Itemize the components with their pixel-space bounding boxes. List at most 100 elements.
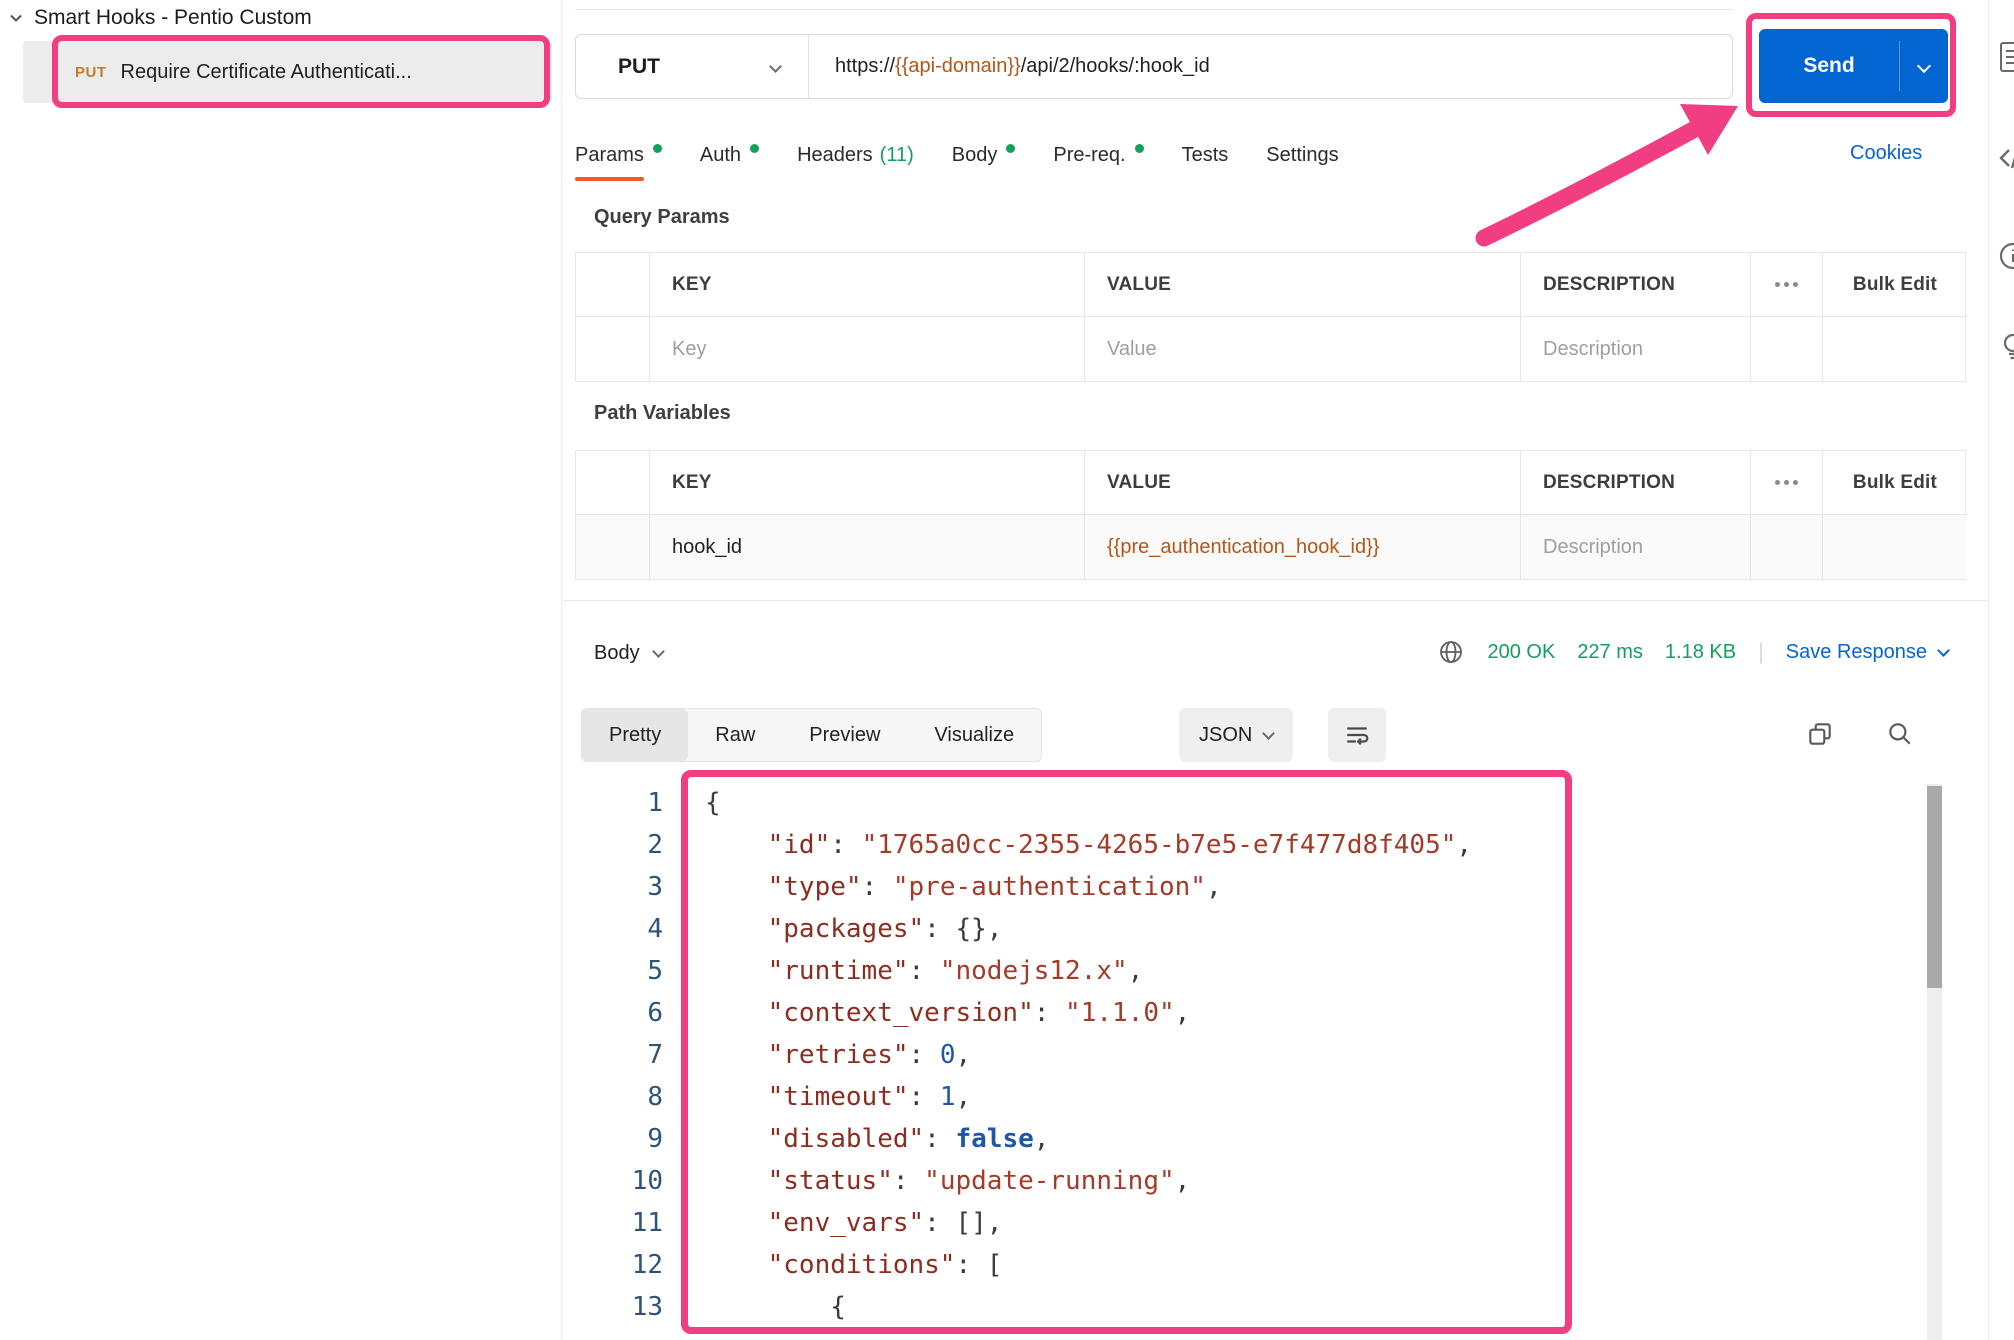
more-options-button[interactable] — [1750, 253, 1822, 317]
response-time: 227 ms — [1577, 641, 1643, 664]
line-number: 6 — [575, 992, 663, 1034]
code-line: 1{ — [575, 782, 1472, 824]
code-lines: 1{2 "id": "1765a0cc-2355-4265-b7e5-e7f47… — [575, 782, 1472, 1328]
sidebar: Smart Hooks - Pentio Custom PUT Require … — [0, 0, 562, 1340]
info-circle-icon[interactable] — [1997, 240, 2014, 277]
search-button[interactable] — [1886, 720, 1914, 753]
column-header-value: VALUE — [1084, 253, 1520, 317]
tab-settings[interactable]: Settings — [1266, 140, 1338, 170]
empty-cell — [1750, 515, 1822, 579]
description-input[interactable] — [1543, 536, 1750, 559]
chevron-down-icon — [8, 10, 24, 26]
column-header-description: DESCRIPTION — [1520, 253, 1750, 317]
send-options-button[interactable] — [1900, 29, 1948, 103]
ellipsis-icon — [1775, 480, 1798, 485]
code-line: 3 "type": "pre-authentication", — [575, 866, 1472, 908]
line-number: 13 — [575, 1286, 663, 1328]
lightbulb-icon[interactable] — [1997, 330, 2014, 367]
request-name: Require Certificate Authenticati... — [121, 61, 412, 84]
key-cell[interactable]: hook_id — [649, 515, 1084, 579]
chevron-down-icon — [1937, 644, 1950, 657]
wrap-text-button[interactable] — [1328, 708, 1386, 762]
green-dot — [750, 144, 759, 153]
chevron-down-icon — [769, 60, 782, 73]
bulk-edit-button[interactable]: Bulk Edit — [1822, 451, 1967, 515]
scrollbar-track[interactable] — [1927, 784, 1942, 1340]
divider: | — [1758, 639, 1764, 665]
description-cell — [1520, 317, 1750, 381]
send-button[interactable]: Send — [1759, 29, 1899, 103]
green-dot — [1135, 144, 1144, 153]
view-tab-pretty[interactable]: Pretty — [582, 709, 688, 761]
code-line: 6 "context_version": "1.1.0", — [575, 992, 1472, 1034]
globe-icon[interactable] — [1437, 638, 1465, 666]
collection-row[interactable]: Smart Hooks - Pentio Custom — [8, 6, 312, 30]
save-response-button[interactable]: Save Response — [1786, 641, 1948, 664]
scrollbar-thumb[interactable] — [1927, 786, 1942, 988]
format-label: JSON — [1199, 724, 1252, 747]
code-line: 10 "status": "update-running", — [575, 1160, 1472, 1202]
table-corner-cell — [576, 451, 649, 515]
row-handle-cell — [576, 317, 649, 381]
code-line: 7 "retries": 0, — [575, 1034, 1472, 1076]
chevron-down-icon — [1262, 727, 1275, 740]
copy-button[interactable] — [1806, 720, 1834, 753]
empty-cell — [1750, 317, 1822, 381]
column-header-description: DESCRIPTION — [1520, 451, 1750, 515]
line-number: 4 — [575, 908, 663, 950]
tab-auth[interactable]: Auth — [700, 140, 759, 170]
query-params-table: KEY VALUE DESCRIPTION Bulk Edit — [575, 252, 1966, 382]
collection-name: Smart Hooks - Pentio Custom — [34, 6, 312, 30]
method-dropdown[interactable]: PUT — [576, 35, 808, 98]
code-line: 9 "disabled": false, — [575, 1118, 1472, 1160]
tab-pre-request[interactable]: Pre-req. — [1053, 140, 1143, 170]
headers-count: (11) — [880, 140, 914, 170]
tab-label: Settings — [1266, 140, 1338, 170]
tab-params[interactable]: Params — [575, 140, 662, 170]
path-variable-key: hook_id — [672, 536, 742, 559]
tab-label: Pre-req. — [1053, 140, 1125, 170]
tab-label: Tests — [1182, 140, 1229, 170]
documentation-icon[interactable] — [1997, 40, 2014, 79]
key-input[interactable] — [672, 338, 1084, 361]
value-input[interactable] — [1107, 338, 1520, 361]
response-body-dropdown[interactable]: Body — [594, 642, 663, 665]
code-line: 2 "id": "1765a0cc-2355-4265-b7e5-e7f477d… — [575, 824, 1472, 866]
green-dot — [653, 144, 662, 153]
ellipsis-icon — [1775, 282, 1798, 287]
url-suffix: /api/2/hooks/:hook_id — [1021, 55, 1210, 78]
tab-label: Body — [952, 140, 998, 170]
url-input[interactable]: https://{{api-domain}}/api/2/hooks/:hook… — [809, 35, 1732, 98]
tab-label: Auth — [700, 140, 741, 170]
bulk-edit-button[interactable]: Bulk Edit — [1822, 253, 1967, 317]
description-input[interactable] — [1543, 338, 1750, 361]
value-cell[interactable]: {{pre_authentication_hook_id}} — [1084, 515, 1520, 579]
format-dropdown[interactable]: JSON — [1179, 708, 1293, 762]
wrap-text-icon — [1344, 722, 1370, 748]
column-header-value: VALUE — [1084, 451, 1520, 515]
url-editor: PUT https://{{api-domain}}/api/2/hooks/:… — [575, 34, 1733, 99]
column-header-key: KEY — [649, 253, 1084, 317]
view-tab-preview[interactable]: Preview — [782, 709, 907, 761]
path-variables-title: Path Variables — [594, 402, 731, 425]
tab-headers[interactable]: Headers(11) — [797, 140, 914, 170]
view-tab-raw[interactable]: Raw — [688, 709, 782, 761]
tab-body[interactable]: Body — [952, 140, 1016, 170]
description-cell — [1520, 515, 1750, 579]
search-icon — [1886, 720, 1914, 748]
line-number: 1 — [575, 782, 663, 824]
sidebar-request-item[interactable]: PUT Require Certificate Authenticati... — [23, 41, 552, 103]
code-line: 4 "packages": {}, — [575, 908, 1472, 950]
url-variable: {{api-domain}} — [895, 55, 1021, 78]
view-tab-visualize[interactable]: Visualize — [907, 709, 1041, 761]
value-cell — [1084, 317, 1520, 381]
cookies-link[interactable]: Cookies — [1850, 142, 1922, 165]
query-params-title: Query Params — [594, 206, 730, 229]
empty-cell — [1822, 515, 1967, 579]
response-size: 1.18 KB — [1665, 641, 1736, 664]
tab-tests[interactable]: Tests — [1182, 140, 1229, 170]
line-number: 5 — [575, 950, 663, 992]
code-snippet-icon[interactable] — [1997, 142, 2014, 179]
url-prefix: https:// — [835, 55, 895, 78]
more-options-button[interactable] — [1750, 451, 1822, 515]
